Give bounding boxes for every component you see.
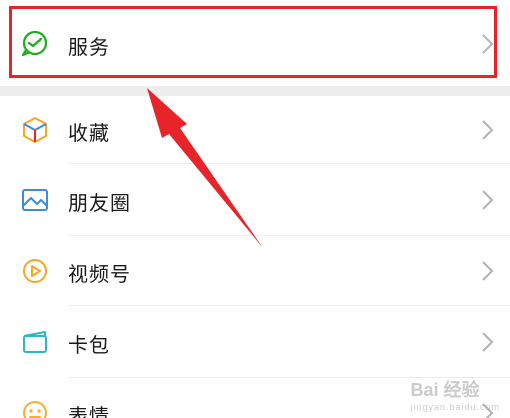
chevron-right-icon (478, 119, 496, 141)
menu-item-favorites[interactable]: 收藏 (0, 96, 510, 164)
favorites-cube-icon (20, 115, 50, 145)
chevron-right-icon (478, 331, 496, 353)
watermark-url: jingyan.baidu.com (410, 402, 500, 412)
card-wallet-icon (20, 327, 50, 357)
chevron-right-icon (478, 189, 496, 211)
chevron-right-icon (478, 33, 496, 55)
menu-item-label: 朋友圈 (68, 191, 131, 215)
watermark-text: Bai 经验 (410, 380, 480, 400)
watermark: Bai 经验 jingyan.baidu.com (410, 376, 500, 412)
sticker-face-icon (20, 398, 50, 418)
channels-play-icon (20, 256, 50, 286)
chevron-right-icon (478, 260, 496, 282)
section-gap (0, 86, 510, 96)
menu-item-label: 服务 (68, 35, 110, 59)
wechat-pay-icon (20, 28, 50, 58)
menu-item-label: 视频号 (68, 262, 131, 286)
menu-item-service[interactable]: 服务 (0, 0, 510, 86)
menu-item-label: 收藏 (68, 121, 110, 145)
menu-item-cards[interactable]: 卡包 (0, 306, 510, 378)
menu-item-label: 卡包 (68, 333, 110, 357)
menu-item-moments[interactable]: 朋友圈 (0, 164, 510, 236)
me-menu-screen: 服务 收藏 朋友圈 视频号 卡包 表情 Bai 经验 jingyan.baidu… (0, 0, 510, 418)
moments-photo-icon (20, 185, 50, 215)
menu-item-channels[interactable]: 视频号 (0, 236, 510, 306)
menu-item-label: 表情 (68, 404, 110, 418)
